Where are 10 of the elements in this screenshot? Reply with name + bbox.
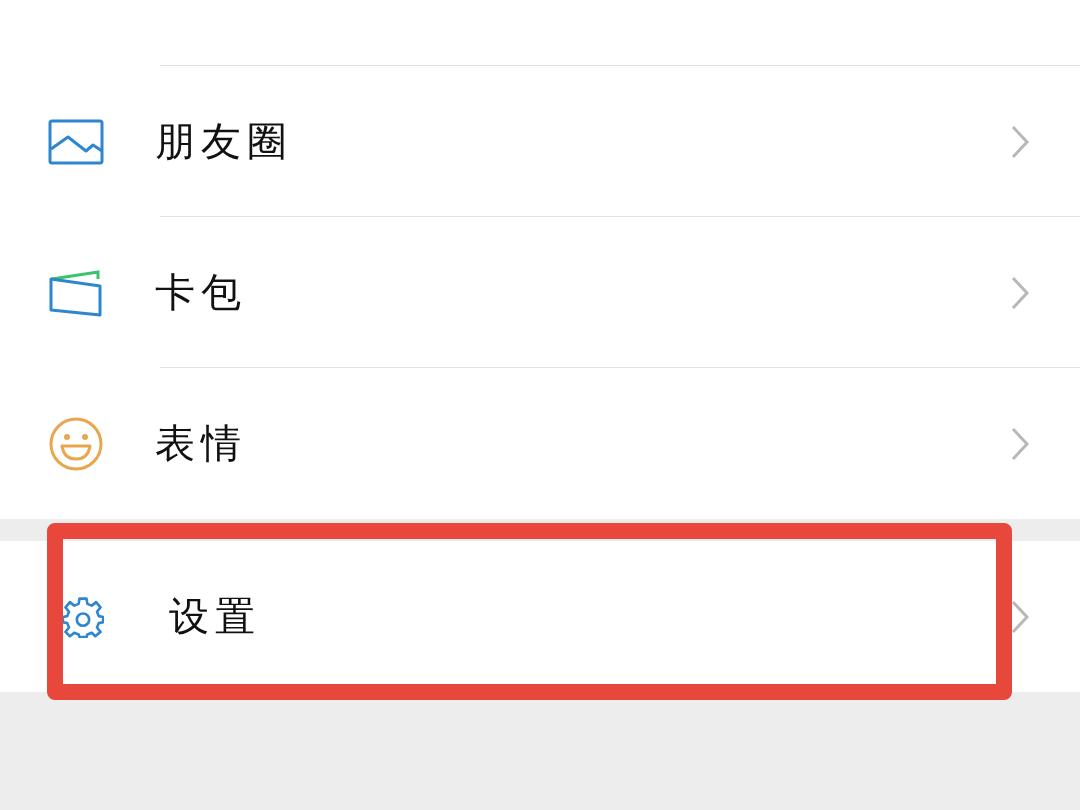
- chevron-icon: [1010, 598, 1030, 635]
- menu-item-label: 朋友圈: [155, 118, 294, 166]
- settings-icon: [62, 595, 104, 638]
- smiley-icon: [48, 415, 104, 472]
- chevron-icon: [1010, 425, 1030, 462]
- chevron-icon: [1010, 123, 1030, 160]
- menu-item-label: 设置: [169, 593, 262, 641]
- menu-item-label: 卡包: [155, 269, 248, 317]
- menu-item-label: 表情: [155, 420, 248, 468]
- chevron-icon: [1010, 274, 1030, 311]
